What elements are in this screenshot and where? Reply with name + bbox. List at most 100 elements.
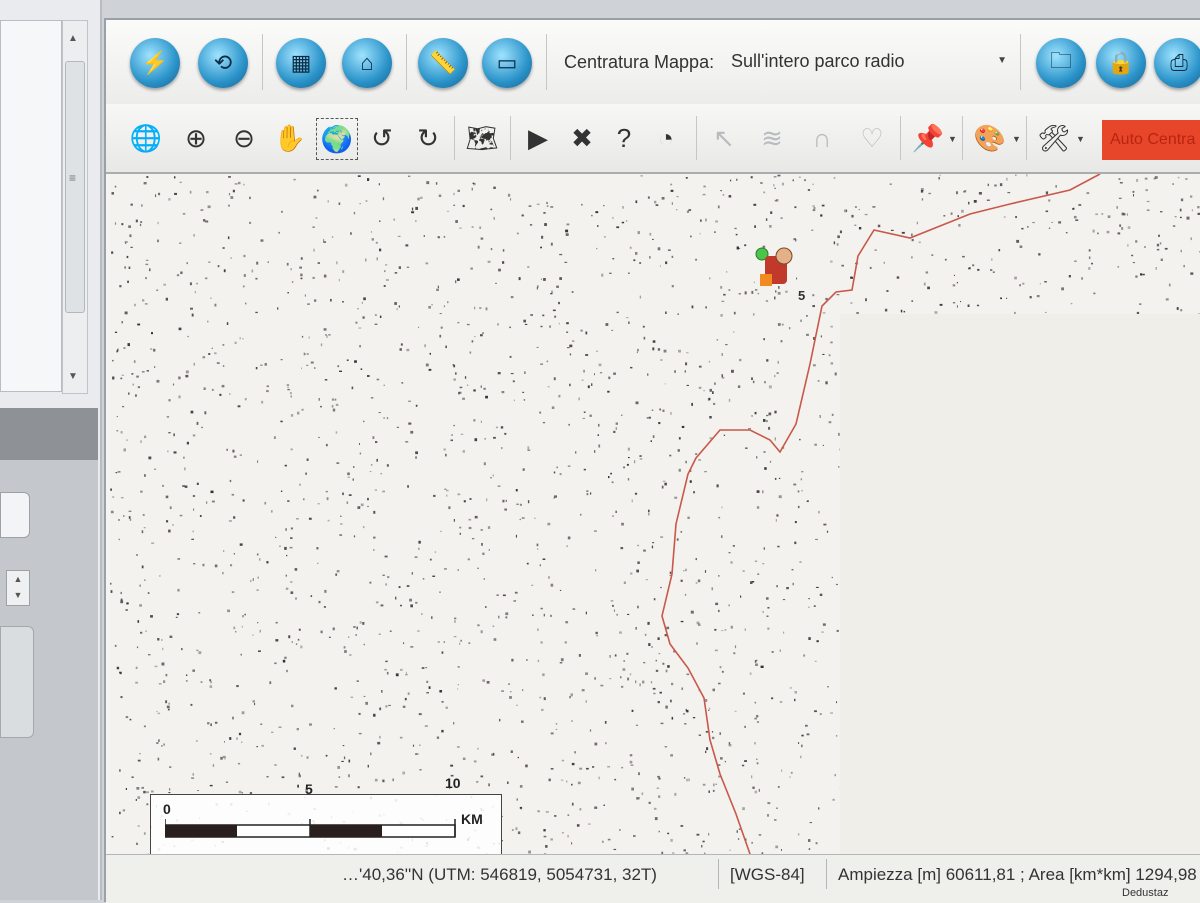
centratura-select[interactable]: Sull'intero parco radio ▼ — [724, 42, 1014, 80]
scroll-down-icon[interactable]: ▼ — [68, 371, 78, 382]
shape-button[interactable]: ♡ — [852, 118, 892, 158]
lock-button[interactable]: 🔒 — [1096, 38, 1146, 88]
globe-view-button[interactable]: 🌍 — [316, 118, 358, 160]
cursor-icon: ↖ — [713, 123, 735, 154]
pin-button[interactable]: 📌 — [908, 118, 948, 158]
left-spinner[interactable]: ▲▼ — [6, 570, 30, 606]
separator — [962, 116, 963, 160]
pie-chart-icon: ◔ — [658, 123, 674, 154]
chevron-down-icon[interactable]: ▼ — [997, 43, 1007, 79]
main-window: ⚡ ⟲ ▦ ⌂ 📏 ▭ Centratura Mappa: Sull'inter… — [104, 18, 1200, 902]
map-sheet-button[interactable]: 🗺 — [462, 118, 502, 158]
separator — [1020, 34, 1021, 90]
map-toolbar: 🌐 ⊕ ⊖ ✋ 🌍 ↺ ↻ 🗺 ▶ ✖ ? ◔ ↖ ≋ ∩ ♡ 📌 ▼ 🎨 ▼ … — [106, 104, 1200, 174]
hand-icon: ✋ — [274, 123, 306, 154]
select-area-button[interactable]: ▶ — [518, 118, 558, 158]
chevron-down-icon[interactable]: ▼ — [948, 134, 957, 144]
datum-label: [WGS-84] — [730, 865, 805, 885]
centratura-label: Centratura Mappa: — [564, 52, 714, 73]
scale-bar: 0 5 10 KM — [150, 794, 502, 854]
map-view[interactable]: 5 0 5 10 KM — [110, 174, 1200, 854]
cursor-coordinates: …'40,36''N (UTM: 546819, 5054731, 32T) — [342, 865, 657, 885]
zoom-out-button[interactable]: ⊖ — [224, 118, 264, 158]
marker-label: 5 — [798, 288, 805, 303]
folder-icon: 🗀 — [1050, 44, 1072, 82]
blank-area — [840, 314, 1200, 854]
sync-icon: ⟲ — [214, 50, 232, 76]
zoom-forward-icon: ↻ — [417, 123, 439, 154]
print-button[interactable]: ⎙ — [1154, 38, 1200, 88]
lock-icon: 🔒 — [1107, 50, 1134, 76]
zoom-in-icon: ⊕ — [185, 123, 207, 154]
chevron-down-icon[interactable]: ▼ — [1076, 134, 1085, 144]
auto-center-button[interactable]: Auto Centra — [1102, 120, 1200, 160]
help-icon: ? — [617, 123, 631, 154]
magnet-button[interactable]: ∩ — [802, 118, 842, 158]
eraser-icon: ▭ — [497, 50, 518, 76]
separator — [262, 34, 263, 90]
chevron-down-icon[interactable]: ▼ — [1012, 134, 1021, 144]
map-canvas[interactable] — [110, 174, 1200, 854]
corner-label: Dedustaz — [1122, 887, 1168, 899]
scroll-thumb[interactable] — [65, 61, 85, 313]
left-scrollbar[interactable]: ▲ ≡ ▼ — [62, 20, 88, 394]
separator — [1026, 116, 1027, 160]
scale-tick-label: 10 — [445, 775, 461, 791]
tools-button[interactable]: 🛠 — [1034, 118, 1074, 158]
scroll-up-icon[interactable]: ▲ — [68, 33, 78, 44]
paint-button[interactable]: 🎨 — [970, 118, 1010, 158]
connect-button[interactable]: ⚡ — [130, 38, 180, 88]
zoom-previous-button[interactable]: ↺ — [362, 118, 402, 158]
home-icon: ⌂ — [360, 50, 373, 76]
map-layer-button[interactable]: 🌐 — [126, 118, 166, 158]
left-panel-header — [0, 408, 98, 460]
pin-icon: 📌 — [912, 123, 944, 154]
home-button[interactable]: ⌂ — [342, 38, 392, 88]
centratura-value: Sull'intero parco radio — [731, 51, 905, 71]
scale-tick-label: 5 — [305, 781, 313, 797]
left-panel-box — [0, 626, 34, 738]
top-toolbar: ⚡ ⟲ ▦ ⌂ 📏 ▭ Centratura Mappa: Sull'inter… — [106, 20, 1200, 105]
tools-icon: 🛠 — [1037, 123, 1070, 154]
separator — [826, 859, 827, 889]
select-delete-icon: ✖ — [571, 123, 593, 154]
separator — [510, 116, 511, 160]
separator — [406, 34, 407, 90]
eraser-button[interactable]: ▭ — [482, 38, 532, 88]
pan-button[interactable]: ✋ — [270, 118, 310, 158]
layers-button[interactable]: ≋ — [752, 118, 792, 158]
shape-icon: ♡ — [860, 123, 883, 154]
map-globe-icon: 🌐 — [130, 123, 162, 154]
extent-area-label: Ampiezza [m] 60611,81 ; Area [km*km] 129… — [838, 865, 1197, 885]
map-sheet-icon: 🗺 — [465, 123, 498, 154]
zoom-back-icon: ↺ — [371, 123, 393, 154]
separator — [718, 859, 719, 889]
paint-icon: 🎨 — [974, 123, 1006, 154]
ruler-icon: 📏 — [429, 50, 456, 76]
left-list[interactable] — [0, 20, 62, 392]
separator — [546, 34, 547, 90]
connect-icon: ⚡ — [141, 50, 168, 76]
grip-icon: ≡ — [69, 171, 76, 185]
left-panel: ▲ ≡ ▼ ▲▼ — [0, 0, 102, 900]
left-panel-button[interactable] — [0, 492, 30, 538]
separator — [454, 116, 455, 160]
select-play-icon: ▶ — [528, 123, 548, 154]
layers-icon: ≋ — [761, 123, 783, 154]
pointer-button[interactable]: ↖ — [704, 118, 744, 158]
zoom-in-button[interactable]: ⊕ — [176, 118, 216, 158]
separator — [696, 116, 697, 160]
map-grid-button[interactable]: ▦ — [276, 38, 326, 88]
help-info-button[interactable]: ? — [604, 118, 644, 158]
ruler-button[interactable]: 📏 — [418, 38, 468, 88]
clear-selection-button[interactable]: ✖ — [562, 118, 602, 158]
pie-button[interactable]: ◔ — [646, 118, 686, 158]
magnet-icon: ∩ — [813, 123, 832, 154]
map-grid-icon: ▦ — [291, 50, 312, 76]
zoom-next-button[interactable]: ↻ — [408, 118, 448, 158]
open-folder-button[interactable]: 🗀 — [1036, 38, 1086, 88]
sync-button[interactable]: ⟲ — [198, 38, 248, 88]
globe-icon: 🌍 — [321, 124, 353, 155]
separator — [900, 116, 901, 160]
zoom-out-icon: ⊖ — [233, 123, 255, 154]
